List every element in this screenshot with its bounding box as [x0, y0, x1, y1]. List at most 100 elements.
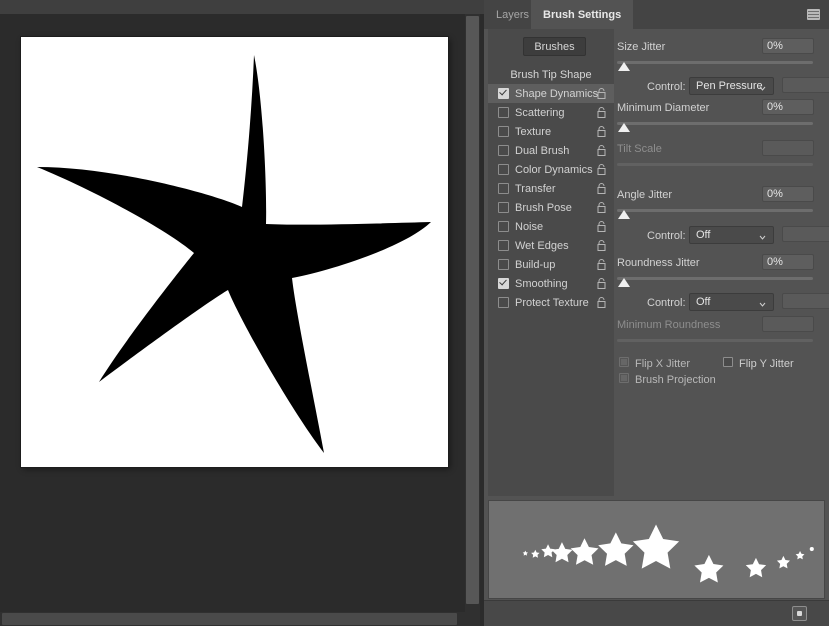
brush-settings-controls: Size Jitter 0% Control: Pen Pressure Min…: [617, 29, 829, 496]
option-checkbox-smoothing[interactable]: [498, 277, 509, 289]
brush-projection-checkbox[interactable]: [619, 373, 629, 383]
flip-y-jitter-label: Flip Y Jitter: [739, 358, 794, 370]
canvas-vertical-scroll-thumb[interactable]: [466, 16, 479, 604]
lock-icon[interactable]: [597, 164, 606, 175]
roundness-jitter-control-label: Control:: [647, 297, 686, 309]
lock-icon[interactable]: [597, 297, 606, 308]
option-checkbox-brush-pose[interactable]: [498, 202, 509, 213]
tab-brush-settings-label: Brush Settings: [543, 8, 622, 21]
option-checkbox-color-dynamics[interactable]: [498, 164, 509, 175]
panel-menu-icon[interactable]: [807, 9, 820, 20]
angle-jitter-label: Angle Jitter: [617, 189, 673, 201]
option-row-protect-texture[interactable]: Protect Texture: [488, 293, 614, 312]
brush-settings-panel: Layers Brush Settings ↔ Brushes Brush Ti…: [484, 0, 829, 626]
size-jitter-control-extra[interactable]: [782, 77, 829, 93]
brush-options-list: Brush Tip Shape Shape Dynamics Scatterin…: [488, 65, 614, 312]
option-row-transfer[interactable]: Transfer: [488, 179, 614, 198]
option-checkbox-wet-edges[interactable]: [498, 240, 509, 251]
minimum-roundness-slider: [617, 339, 813, 342]
option-row-wet-edges[interactable]: Wet Edges: [488, 236, 614, 255]
size-jitter-value[interactable]: 0%: [762, 38, 814, 54]
angle-jitter-slider-thumb[interactable]: [618, 210, 630, 219]
panel-footer: [484, 600, 829, 626]
size-jitter-slider[interactable]: [617, 61, 813, 64]
tilt-scale-value: [762, 140, 814, 156]
panel-body: Brushes Brush Tip Shape Shape Dynamics S…: [484, 29, 829, 496]
angle-jitter-control-extra[interactable]: [782, 226, 829, 242]
roundness-jitter-slider-thumb[interactable]: [618, 278, 630, 287]
size-jitter-slider-thumb[interactable]: [618, 62, 630, 71]
option-row-smoothing[interactable]: Smoothing: [488, 274, 614, 293]
option-row-scattering[interactable]: Scattering: [488, 103, 614, 122]
option-checkbox-protect-texture[interactable]: [498, 297, 509, 308]
tab-brush-settings[interactable]: Brush Settings: [531, 0, 634, 29]
option-label-shape-dynamics: Shape Dynamics: [515, 87, 599, 100]
minimum-diameter-value[interactable]: 0%: [762, 99, 814, 115]
angle-jitter-control-label: Control:: [647, 230, 686, 242]
panel-tabbar: Layers Brush Settings ↔: [484, 0, 829, 29]
option-header-label: Brush Tip Shape: [510, 68, 592, 81]
lock-icon[interactable]: [597, 126, 606, 137]
roundness-jitter-control-dropdown[interactable]: Off: [689, 293, 774, 311]
chevron-down-icon: [759, 83, 766, 91]
size-jitter-control-dropdown[interactable]: Pen Pressure: [689, 77, 774, 95]
option-label-smoothing: Smoothing: [515, 277, 568, 290]
option-checkbox-build-up[interactable]: [498, 259, 509, 270]
angle-jitter-slider[interactable]: [617, 209, 813, 212]
lock-icon[interactable]: [597, 145, 606, 156]
option-label-brush-pose: Brush Pose: [515, 201, 572, 214]
canvas-horizontal-scroll-thumb[interactable]: [2, 613, 457, 625]
minimum-diameter-slider-thumb[interactable]: [618, 123, 630, 132]
lock-icon[interactable]: [597, 259, 606, 270]
size-jitter-control-label: Control:: [647, 81, 686, 93]
brush-stroke-preview: [488, 500, 825, 599]
option-row-noise[interactable]: Noise: [488, 217, 614, 236]
brush-preview-stars: [522, 524, 814, 583]
brushes-button[interactable]: Brushes: [523, 37, 586, 56]
lock-icon[interactable]: [597, 107, 606, 118]
option-checkbox-shape-dynamics[interactable]: [498, 88, 509, 99]
size-jitter-control-value: Pen Pressure: [696, 80, 763, 92]
option-label-texture: Texture: [515, 125, 552, 138]
lock-icon[interactable]: [597, 202, 606, 213]
canvas-image[interactable]: [21, 37, 448, 467]
brushes-button-label: Brushes: [534, 40, 575, 53]
minimum-diameter-slider[interactable]: [617, 122, 813, 125]
new-brush-preset-icon[interactable]: [792, 606, 807, 621]
lock-icon[interactable]: [597, 183, 606, 194]
option-checkbox-transfer[interactable]: [498, 183, 509, 194]
option-row-shape-dynamics[interactable]: Shape Dynamics: [488, 84, 614, 103]
option-header-brush-tip-shape[interactable]: Brush Tip Shape: [488, 65, 614, 84]
angle-jitter-value[interactable]: 0%: [762, 186, 814, 202]
option-checkbox-noise[interactable]: [498, 221, 509, 232]
option-label-build-up: Build-up: [515, 258, 556, 271]
option-checkbox-dual-brush[interactable]: [498, 145, 509, 156]
brush-options-column: Brushes Brush Tip Shape Shape Dynamics S…: [488, 29, 614, 496]
angle-jitter-control-value: Off: [696, 229, 711, 241]
roundness-jitter-control-extra[interactable]: [782, 293, 829, 309]
lock-icon[interactable]: [597, 240, 606, 251]
lock-icon[interactable]: [597, 88, 606, 99]
option-row-dual-brush[interactable]: Dual Brush: [488, 141, 614, 160]
flip-y-jitter-checkbox[interactable]: [723, 357, 733, 367]
canvas-area[interactable]: [0, 14, 465, 612]
option-row-build-up[interactable]: Build-up: [488, 255, 614, 274]
canvas-vertical-scrollbar[interactable]: [465, 14, 480, 612]
lock-icon[interactable]: [597, 278, 606, 289]
option-row-color-dynamics[interactable]: Color Dynamics: [488, 160, 614, 179]
document-window: [0, 0, 484, 626]
chevron-down-icon: [759, 232, 766, 240]
option-row-brush-pose[interactable]: Brush Pose: [488, 198, 614, 217]
size-jitter-label: Size Jitter: [617, 41, 666, 53]
option-label-noise: Noise: [515, 220, 544, 233]
roundness-jitter-slider[interactable]: [617, 277, 813, 280]
lock-icon[interactable]: [597, 221, 606, 232]
option-checkbox-scattering[interactable]: [498, 107, 509, 118]
roundness-jitter-value[interactable]: 0%: [762, 254, 814, 270]
flip-x-jitter-checkbox[interactable]: [619, 357, 629, 367]
option-checkbox-texture[interactable]: [498, 126, 509, 137]
canvas-horizontal-scrollbar[interactable]: [0, 612, 465, 626]
option-label-scattering: Scattering: [515, 106, 565, 119]
angle-jitter-control-dropdown[interactable]: Off: [689, 226, 774, 244]
option-row-texture[interactable]: Texture: [488, 122, 614, 141]
